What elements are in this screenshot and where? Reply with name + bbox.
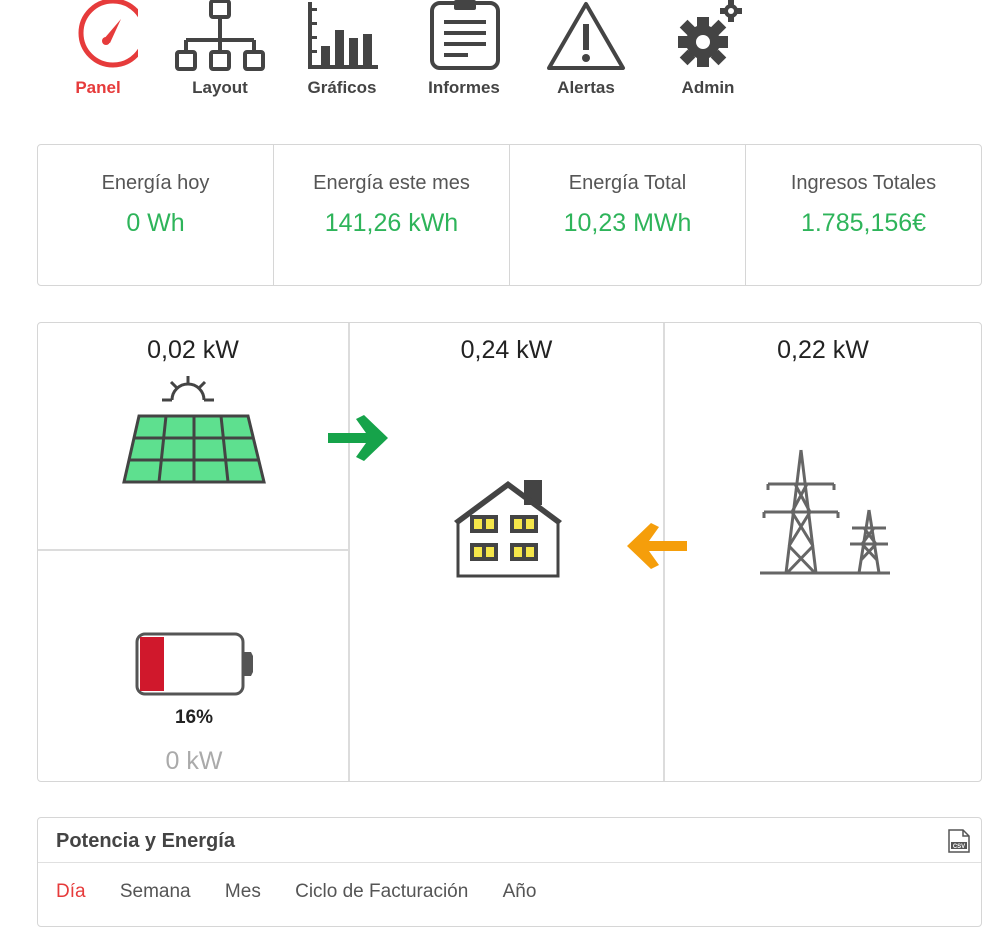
svg-text:CSV: CSV <box>953 844 965 850</box>
energy-flow-panel: 0,02 kW 16% 0 kW 0,24 kW 0,22 kW <box>37 322 982 782</box>
energy-stats-panel: Energía hoy 0 Wh Energía este mes 141,26… <box>37 144 982 286</box>
tab-mes[interactable]: Mes <box>225 881 261 903</box>
nav-layout[interactable]: Layout <box>165 0 275 97</box>
stat-value: 10,23 MWh <box>563 209 692 237</box>
battery-fill <box>140 637 164 691</box>
nav-alertas-label: Alertas <box>557 78 615 97</box>
battery-power-value: 0 kW <box>165 747 223 775</box>
grid-cell: 0,22 kW <box>665 323 981 781</box>
solar-panel-icon <box>122 376 266 484</box>
arrow-right-icon <box>328 415 388 461</box>
nav-admin[interactable]: Admin <box>653 0 763 97</box>
solar-cell: 0,02 kW <box>38 323 350 551</box>
battery-icon <box>135 632 253 696</box>
gauge-icon <box>78 0 138 68</box>
gears-icon <box>678 0 742 67</box>
stat-income-total: Ingresos Totales 1.785,156€ <box>746 145 981 285</box>
nav-informes-label: Informes <box>428 78 500 97</box>
stat-energy-today: Energía hoy 0 Wh <box>38 145 274 285</box>
solar-power-value: 0,02 kW <box>147 336 239 364</box>
arrow-left-icon <box>627 523 687 569</box>
nav-informes[interactable]: Informes <box>409 0 519 97</box>
top-nav: Panel Layout Gráficos Informes Alertas A… <box>0 0 1000 110</box>
stat-energy-month: Energía este mes 141,26 kWh <box>274 145 510 285</box>
nav-alertas[interactable]: Alertas <box>531 0 641 97</box>
stat-value: 1.785,156€ <box>800 209 927 237</box>
power-energy-panel: Potencia y Energía CSV Día Semana Mes Ci… <box>37 817 982 927</box>
nav-layout-label: Layout <box>192 78 248 97</box>
stat-title: Energía hoy <box>101 172 210 194</box>
csv-export-icon[interactable]: CSV <box>948 829 970 853</box>
power-tower-icon <box>760 449 890 575</box>
tab-dia[interactable]: Día <box>56 881 86 903</box>
power-energy-title: Potencia y Energía <box>56 830 235 852</box>
stat-value: 0 Wh <box>126 209 185 237</box>
stat-title: Energía este mes <box>313 172 470 194</box>
period-tabs: Día Semana Mes Ciclo de Facturación Año <box>56 881 565 903</box>
power-energy-header: Potencia y Energía CSV <box>38 818 981 863</box>
stat-energy-total: Energía Total 10,23 MWh <box>510 145 746 285</box>
house-power-value: 0,24 kW <box>460 336 553 364</box>
tab-ciclo-facturacion[interactable]: Ciclo de Facturación <box>295 881 468 903</box>
warning-icon <box>547 2 625 70</box>
tab-ano[interactable]: Año <box>503 881 537 903</box>
grid-power-value: 0,22 kW <box>777 336 869 364</box>
nav-graficos-label: Gráficos <box>307 78 377 97</box>
stat-title: Energía Total <box>568 172 687 194</box>
battery-cell: 16% 0 kW <box>38 551 350 781</box>
house-icon <box>454 480 562 578</box>
nav-graficos[interactable]: Gráficos <box>287 0 397 97</box>
nav-admin-label: Admin <box>681 78 735 97</box>
stat-value: 141,26 kWh <box>324 209 459 237</box>
tab-semana[interactable]: Semana <box>120 881 191 903</box>
bar-chart-icon <box>308 2 378 69</box>
battery-percent: 16% <box>174 707 214 728</box>
report-icon <box>430 0 500 70</box>
stat-title: Ingresos Totales <box>790 172 937 194</box>
nav-panel[interactable]: Panel <box>43 0 153 97</box>
nav-panel-label: Panel <box>75 78 121 97</box>
house-cell: 0,24 kW <box>350 323 665 781</box>
hierarchy-icon <box>175 0 265 71</box>
